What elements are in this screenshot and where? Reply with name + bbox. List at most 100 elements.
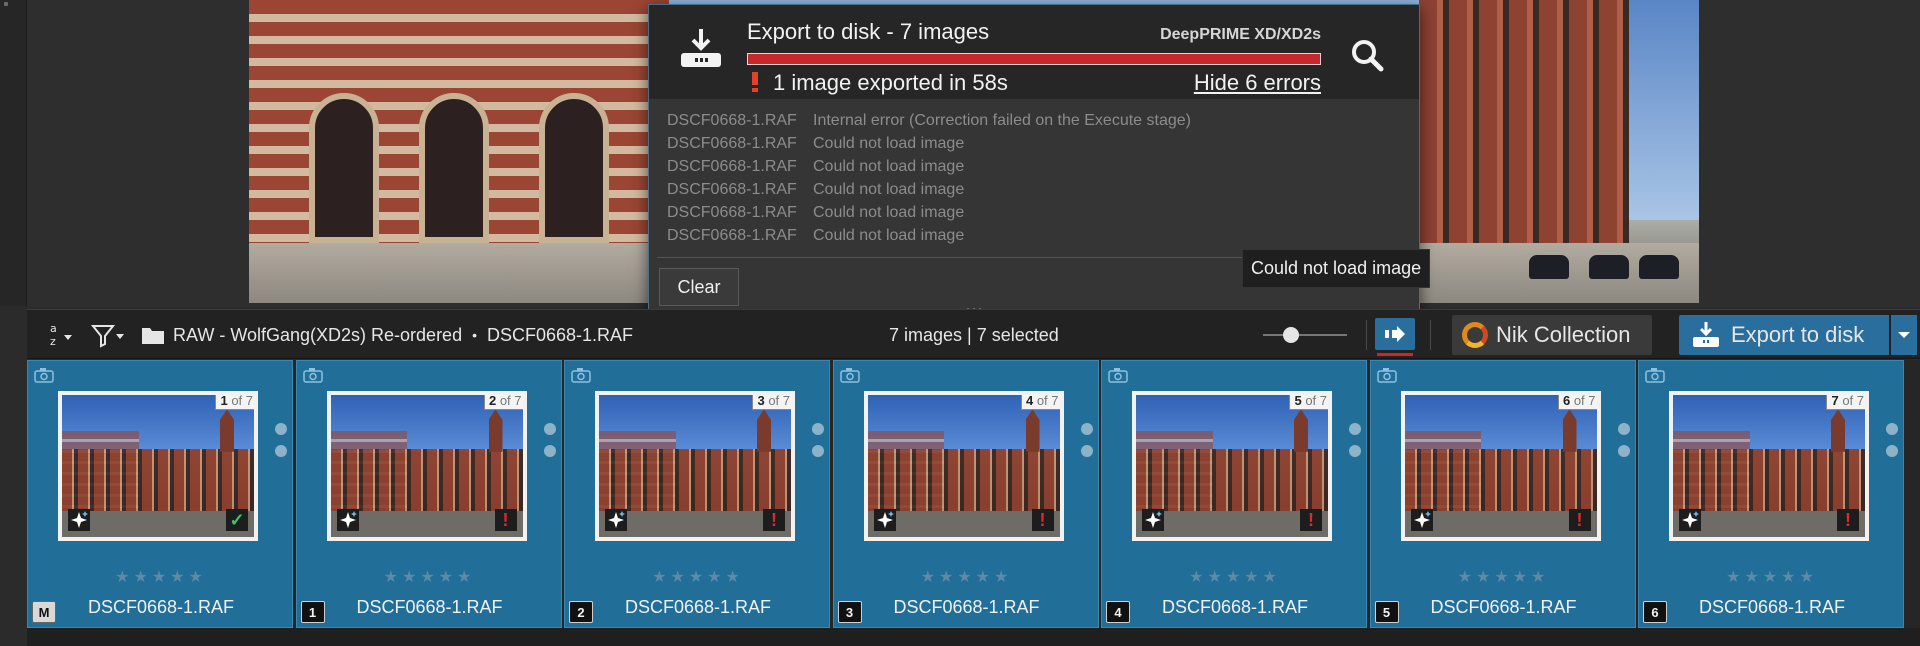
thumbnail-image[interactable]: ! 4 of 7	[863, 391, 1064, 541]
nik-collection-label: Nik Collection	[1496, 322, 1631, 347]
tag-dot-icon[interactable]	[275, 423, 287, 435]
tag-dot-icon[interactable]	[1886, 445, 1898, 457]
thumb-tower	[1294, 409, 1308, 452]
filter-icon	[90, 325, 124, 348]
deep-prime-icon	[336, 509, 359, 531]
clear-button[interactable]: Clear	[659, 268, 739, 306]
filter-button[interactable]	[89, 310, 127, 360]
filmstrip-bottom-bar	[27, 628, 1920, 646]
tag-dot-icon[interactable]	[1886, 423, 1898, 435]
error-file-name: DSCF0668-1.RAF	[667, 111, 797, 129]
denoise-engine-label: DeepPRIME XD/XD2s	[1160, 26, 1321, 43]
thumbnail-image[interactable]: ✓ 1 of 7	[58, 391, 258, 541]
preview-car	[1529, 255, 1569, 279]
error-icon: !	[1300, 509, 1322, 531]
tag-dot-icon[interactable]	[1617, 445, 1630, 457]
check-icon: ✓	[226, 509, 248, 531]
thumbnail-card[interactable]: ! 4 of 7 ★★★★★ DSCF0668-1.RAF 3	[832, 360, 1100, 628]
error-file-name: DSCF0668-1.RAF	[667, 180, 797, 198]
thumb-facade	[1404, 448, 1597, 513]
thumb-tower	[757, 409, 771, 452]
tag-dot-icon[interactable]	[812, 423, 824, 435]
thumbnail-image[interactable]: ! 2 of 7	[326, 391, 527, 541]
error-file-name: DSCF0668-1.RAF	[667, 157, 797, 175]
star-rating[interactable]: ★★★★★	[1102, 567, 1368, 586]
error-message: Could not load image	[813, 134, 965, 152]
error-row[interactable]: DSCF0668-1.RAF Could not load image	[667, 178, 1407, 201]
thumbnail-card[interactable]: ! 7 of 7 ★★★★★ DSCF0668-1.RAF 6	[1638, 360, 1904, 628]
tag-dot-icon[interactable]	[1080, 445, 1093, 457]
thumbnail-file-name: DSCF0668-1.RAF	[1430, 597, 1577, 617]
error-row[interactable]: DSCF0668-1.RAF Could not load image	[667, 132, 1407, 155]
virtual-copy-badge: 3	[837, 601, 862, 623]
thumbnail-size-slider[interactable]	[1263, 310, 1353, 360]
sort-button[interactable]: a z	[41, 310, 77, 360]
thumbnail-image[interactable]: ! 7 of 7	[1669, 391, 1869, 541]
hide-errors-link[interactable]: Hide 6 errors	[1194, 70, 1321, 96]
preview-car	[1589, 255, 1629, 279]
error-message: Could not load image	[813, 180, 965, 198]
error-tooltip: Could not load image	[1242, 249, 1431, 288]
deep-prime-icon	[1142, 509, 1164, 531]
thumbnail-file-name: DSCF0668-1.RAF	[356, 597, 503, 617]
search-icon[interactable]	[1349, 37, 1385, 73]
tag-dot-icon[interactable]	[1617, 423, 1630, 435]
export-to-disk-button[interactable]: Export to disk	[1679, 315, 1889, 355]
tag-dot-icon[interactable]	[812, 445, 824, 457]
star-rating[interactable]: ★★★★★	[1371, 567, 1637, 586]
tag-dot-icon[interactable]	[275, 445, 287, 457]
error-row[interactable]: DSCF0668-1.RAF Could not load image	[667, 201, 1407, 224]
filmstrip: ✓ 1 of 7 ★★★★★ DSCF0668-1.RAF M! 2 of 7 ★★★★★ D…	[27, 360, 1920, 646]
image-of-total: of 7	[1036, 393, 1059, 408]
left-panel-edge[interactable]	[0, 0, 27, 306]
slider-track	[1263, 334, 1347, 336]
error-row[interactable]: DSCF0668-1.RAF Internal error (Correction…	[667, 109, 1407, 132]
slider-thumb[interactable]	[1283, 327, 1300, 343]
error-row[interactable]: DSCF0668-1.RAF Could not load image	[667, 224, 1407, 247]
camera-icon	[34, 368, 54, 383]
star-rating[interactable]: ★★★★★	[565, 567, 831, 586]
tag-dot-icon[interactable]	[1349, 445, 1361, 457]
error-icon: !	[1568, 509, 1591, 531]
tag-dot-icon[interactable]	[543, 423, 556, 435]
tag-dot-icon[interactable]	[1349, 423, 1361, 435]
thumbnail-image[interactable]: ! 3 of 7	[595, 391, 795, 541]
breadcrumb-folder[interactable]: RAW - WolfGang(XD2s) Re-ordered	[173, 325, 462, 346]
export-progress-fill	[748, 54, 1320, 64]
export-disk-icon	[1693, 322, 1719, 347]
svg-text:z: z	[50, 335, 56, 348]
star-rating[interactable]: ★★★★★	[1639, 567, 1905, 586]
image-index-badge: 3 of 7	[752, 395, 791, 410]
tag-dot-icon[interactable]	[1080, 423, 1093, 435]
thumbnail-card[interactable]: ✓ 1 of 7 ★★★★★ DSCF0668-1.RAF M	[27, 360, 293, 628]
error-icon: !	[763, 509, 785, 531]
star-rating[interactable]: ★★★★★	[28, 567, 294, 586]
error-row[interactable]: DSCF0668-1.RAF Could not load image	[667, 155, 1407, 178]
send-to-app-button[interactable]	[1375, 318, 1415, 350]
image-index-badge: 2 of 7	[483, 395, 523, 410]
image-of-total: of 7	[1573, 393, 1596, 408]
deep-prime-icon	[605, 509, 627, 531]
export-options-dropdown[interactable]	[1891, 315, 1917, 355]
camera-icon	[571, 368, 591, 383]
toolbar-divider	[1430, 320, 1431, 350]
preview-arch	[419, 93, 489, 243]
error-list: DSCF0668-1.RAF Internal error (Correction…	[667, 109, 1407, 247]
sort-az-icon: a z	[50, 322, 72, 348]
star-rating[interactable]: ★★★★★	[297, 567, 563, 586]
nik-collection-button[interactable]: Nik Collection	[1452, 315, 1652, 355]
thumbnail-card[interactable]: ! 5 of 7 ★★★★★ DSCF0668-1.RAF 4	[1101, 360, 1367, 628]
thumbnail-card[interactable]: ! 2 of 7 ★★★★★ DSCF0668-1.RAF 1	[295, 360, 563, 628]
thumbnail-card[interactable]: ! 3 of 7 ★★★★★ DSCF0668-1.RAF 2	[564, 360, 830, 628]
filmstrip-toolbar: a z RAW - WolfGang(XD2s) Re-ordered • DS…	[27, 309, 1920, 359]
image-index-badge: 1 of 7	[215, 395, 254, 410]
tag-dot-icon[interactable]	[543, 445, 556, 457]
thumb-facade	[867, 448, 1060, 513]
virtual-copy-badge: 1	[300, 601, 325, 623]
thumbnail-image[interactable]: ! 6 of 7	[1400, 391, 1601, 541]
popup-header: Export to disk - 7 images DeepPRIME XD/X…	[649, 5, 1419, 99]
thumbnail-card[interactable]: ! 6 of 7 ★★★★★ DSCF0668-1.RAF 5	[1369, 360, 1637, 628]
thumbnail-image[interactable]: ! 5 of 7	[1132, 391, 1332, 541]
star-rating[interactable]: ★★★★★	[834, 567, 1100, 586]
breadcrumb: RAW - WolfGang(XD2s) Re-ordered • DSCF06…	[173, 310, 633, 360]
